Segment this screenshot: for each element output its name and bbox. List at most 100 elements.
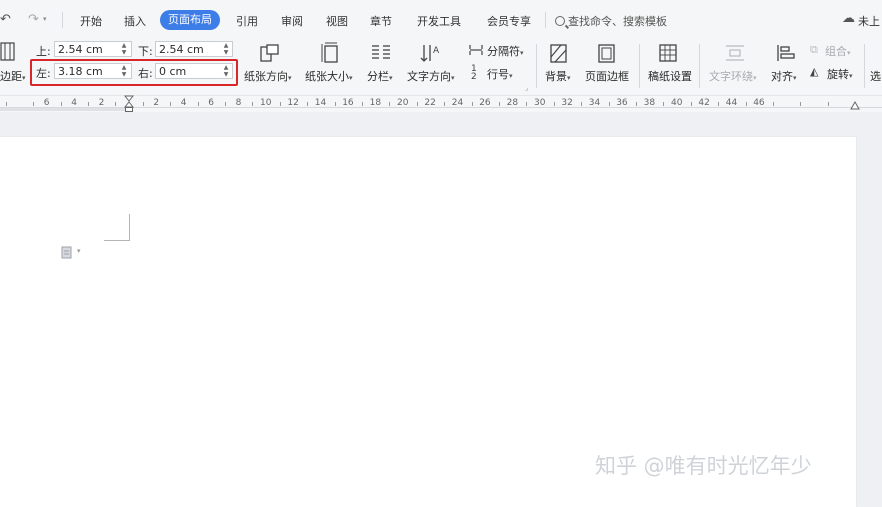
margins-button[interactable]: 边距▾: [0, 68, 26, 84]
tab-chapter[interactable]: 章节: [370, 13, 392, 29]
ruler-tick: [690, 102, 692, 106]
page-border-icon[interactable]: [596, 42, 618, 64]
line-number-icon[interactable]: 12: [471, 65, 477, 82]
ruler-tick: [87, 102, 89, 106]
margin-corner-mark: [129, 214, 130, 240]
ruler-tick: [663, 102, 665, 106]
text-wrap-button: 文字环绕▾: [709, 70, 757, 83]
tab-developer[interactable]: 开发工具: [417, 13, 461, 29]
highlight-box: [30, 59, 238, 86]
redo-icon[interactable]: ↷: [28, 12, 39, 27]
redo-dropdown-icon[interactable]: ▾: [43, 15, 47, 23]
tab-insert[interactable]: 插入: [124, 13, 146, 29]
divider: [864, 44, 865, 88]
indent-marker-icon[interactable]: [124, 95, 134, 113]
manuscript-setup-button[interactable]: 稿纸设置: [648, 68, 692, 84]
top-margin-label: 上:: [36, 45, 51, 58]
cloud-sync-icon[interactable]: ☁: [842, 11, 855, 26]
ruler-number: 16: [342, 98, 354, 108]
paragraph-layout-dropdown-icon[interactable]: ▾: [77, 247, 81, 255]
ruler-number: 44: [725, 98, 738, 108]
ribbon-toolbar: 边距▾ 上: 2.54 cm ▲ ▼ 下: 2.54 cm ▲ ▼ 左: 3.18 …: [0, 40, 882, 96]
ruler-tick: [252, 102, 254, 106]
paper-size-icon[interactable]: [320, 42, 342, 64]
right-indent-marker-icon[interactable]: [850, 99, 860, 111]
align-button[interactable]: 对齐▾: [771, 68, 797, 84]
text-direction-icon[interactable]: A: [420, 42, 444, 64]
ruler-tick: [498, 102, 500, 106]
ruler-number: 6: [208, 98, 214, 108]
sync-status-label[interactable]: 未上: [858, 13, 880, 29]
manuscript-grid-icon[interactable]: [657, 42, 679, 64]
ruler-tick: [800, 102, 802, 106]
ruler-tick: [416, 102, 418, 106]
ruler-number: 38: [643, 98, 656, 108]
ruler-number: 6: [43, 98, 50, 108]
rotate-icon[interactable]: ◭: [810, 65, 818, 78]
ruler-tick: [115, 102, 117, 106]
page-orientation-icon[interactable]: [258, 42, 280, 64]
undo-icon[interactable]: ↶: [0, 12, 11, 27]
ruler-number: 40: [671, 98, 683, 108]
divider: [545, 12, 546, 28]
columns-button[interactable]: 分栏▾: [367, 68, 393, 84]
margins-icon[interactable]: [0, 42, 16, 62]
tab-references[interactable]: 引用: [236, 13, 258, 29]
tab-home[interactable]: 开始: [80, 13, 102, 29]
ruler-tick: [526, 102, 528, 106]
ruler-tick: [553, 102, 555, 106]
background-icon[interactable]: [548, 42, 570, 64]
separator-icon[interactable]: [468, 43, 484, 57]
background-button[interactable]: 背景▾: [545, 68, 571, 84]
paragraph-layout-icon[interactable]: [60, 245, 74, 259]
horizontal-ruler[interactable]: 6 4 2 2 4 6 8 10 12 14 16 18 20 22 24 26 28 30 32 34 36 38 40 4…: [0, 95, 882, 113]
bottom-margin-spinner[interactable]: ▲ ▼: [222, 42, 230, 56]
ruler-number: 34: [588, 98, 601, 108]
ruler-tick: [389, 102, 391, 106]
page-orientation-button[interactable]: 纸张方向▾: [244, 68, 292, 84]
ruler-number: 42: [698, 98, 710, 108]
ruler-tick: [444, 102, 446, 106]
command-search[interactable]: 查找命令、搜索模板: [555, 13, 667, 29]
ruler-tick: [718, 102, 720, 106]
separator-button[interactable]: 分隔符▾: [487, 43, 524, 59]
ruler-tick: [197, 102, 199, 106]
tab-review[interactable]: 审阅: [281, 13, 303, 29]
ruler-number: 26: [479, 98, 491, 108]
line-number-button[interactable]: 行号▾: [487, 66, 513, 82]
ruler-tick: [170, 102, 172, 106]
columns-icon[interactable]: [370, 42, 392, 64]
ruler-number: 4: [71, 98, 77, 108]
ruler-number: 2: [153, 98, 160, 108]
ruler-tick: [745, 102, 747, 106]
bottom-margin-label: 下:: [138, 45, 153, 58]
ruler-number: 2: [98, 98, 105, 108]
paper-size-button[interactable]: 纸张大小▾: [305, 68, 353, 84]
divider: [536, 44, 537, 88]
divider: [62, 12, 63, 28]
ruler-number: 10: [260, 98, 272, 108]
text-direction-button[interactable]: 文字方向▾: [407, 68, 455, 84]
watermark-text: 知乎 @唯有时光忆年少: [595, 454, 812, 478]
ruler-tick: [772, 102, 774, 106]
svg-text:A: A: [433, 46, 440, 56]
menu-tab-bar: ↶ ↷ ▾ 开始 插入 页面布局 引用 审阅 视图 章节 开发工具 会员专享 查…: [0, 0, 882, 40]
tab-view[interactable]: 视图: [326, 13, 348, 29]
search-placeholder: 查找命令、搜索模板: [568, 15, 667, 28]
tab-page-layout[interactable]: 页面布局: [160, 10, 220, 30]
ruler-tick: [307, 102, 309, 106]
rotate-button[interactable]: 旋转▾: [827, 66, 853, 82]
ruler-number: 36: [616, 98, 628, 108]
ruler-tick: [471, 102, 473, 106]
page-setup-launcher-icon[interactable]: ⌟: [525, 84, 528, 92]
top-margin-spinner[interactable]: ▲ ▼: [120, 42, 128, 56]
group-icon: ⧉: [810, 43, 818, 56]
tab-member[interactable]: 会员专享: [487, 13, 531, 29]
align-icon[interactable]: [776, 43, 796, 63]
page-border-button[interactable]: 页面边框: [585, 68, 629, 84]
ruler-number: 24: [451, 98, 464, 108]
group-button: 组合▾: [825, 45, 851, 58]
selection-pane-button[interactable]: 选: [870, 68, 881, 84]
ruler-number: 22: [424, 98, 436, 108]
ruler-tick: [33, 102, 35, 106]
